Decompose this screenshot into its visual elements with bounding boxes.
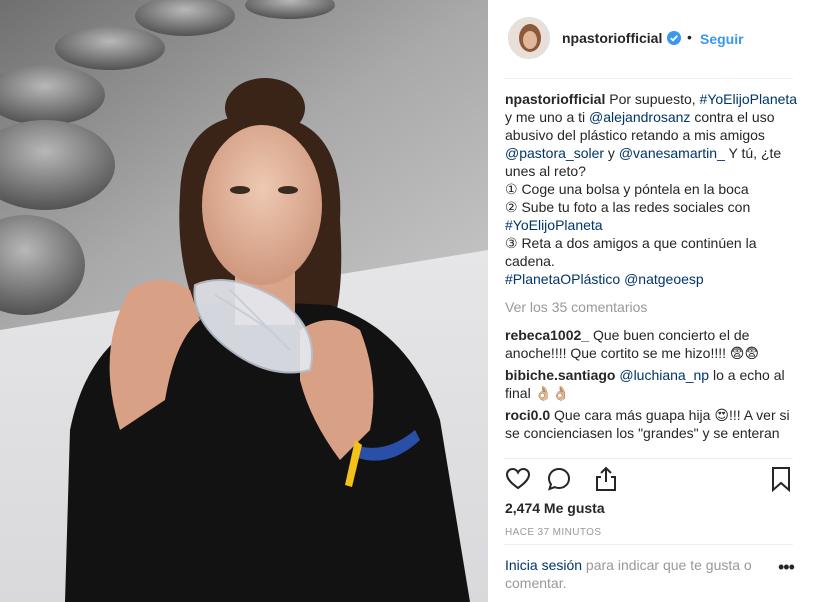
- mention-link[interactable]: @pastora_soler: [505, 145, 604, 161]
- login-prompt: Inicia sesión para indicar que te gusta …: [505, 556, 775, 592]
- post-side-panel: npastoriofficial • Seguir npastorioffici…: [488, 0, 815, 602]
- comments-area: npastoriofficial Por supuesto, #YoElijoP…: [488, 0, 815, 458]
- comment-item: rebeca1002_ Que buen concierto el de ano…: [505, 326, 801, 362]
- caption-text: y: [604, 145, 619, 161]
- post-timestamp[interactable]: HACE 37 MINUTOS: [505, 527, 601, 538]
- more-options-button[interactable]: •••: [778, 557, 795, 578]
- caption-username[interactable]: npastoriofficial: [505, 91, 605, 107]
- mention-link[interactable]: @luchiana_np: [619, 367, 709, 383]
- hashtag-link[interactable]: #YoElijoPlaneta: [700, 91, 798, 107]
- comment-username[interactable]: bibiche.santiago: [505, 367, 615, 383]
- mention-link[interactable]: @vanesamartin_: [619, 145, 725, 161]
- caption-text: Por supuesto,: [605, 91, 700, 107]
- post-image: [0, 0, 488, 602]
- comment-item: roci0.0 Que cara más guapa hija 😍!!! A v…: [505, 406, 801, 442]
- caption-step: ② Sube tu foto a las redes sociales con …: [505, 198, 801, 234]
- post-photo[interactable]: [0, 0, 488, 602]
- comment-username[interactable]: rebeca1002_: [505, 327, 589, 343]
- login-link[interactable]: Inicia sesión: [505, 557, 582, 573]
- heart-icon[interactable]: [505, 466, 531, 492]
- comment-icon[interactable]: [546, 466, 572, 492]
- mention-link[interactable]: @alejandrosanz: [589, 109, 690, 125]
- comment-item: bibiche.santiago @luchiana_np lo a echo …: [505, 366, 801, 402]
- share-icon[interactable]: [593, 466, 619, 492]
- divider: [504, 544, 793, 545]
- bookmark-icon[interactable]: [768, 466, 794, 493]
- caption-text: y me uno a ti: [505, 109, 590, 125]
- hashtag-link[interactable]: #YoElijoPlaneta: [505, 217, 603, 233]
- caption-step: ① Coge una bolsa y póntela en la boca: [505, 181, 749, 197]
- caption-tags: #PlanetaOPlástico @natgeoesp: [505, 270, 801, 288]
- divider: [504, 458, 793, 459]
- comment-username[interactable]: roci0.0: [505, 407, 550, 423]
- caption: npastoriofficial Por supuesto, #YoElijoP…: [505, 90, 801, 288]
- caption-step: ③ Reta a dos amigos a que continúen la c…: [505, 235, 757, 269]
- likes-count[interactable]: 2,474 Me gusta: [505, 500, 605, 516]
- hashtag-link[interactable]: #PlanetaOPlástico: [505, 271, 620, 287]
- caption-text: ② Sube tu foto a las redes sociales con: [505, 199, 751, 215]
- view-all-comments-link[interactable]: Ver los 35 comentarios: [505, 298, 801, 316]
- mention-link[interactable]: @natgeoesp: [624, 271, 704, 287]
